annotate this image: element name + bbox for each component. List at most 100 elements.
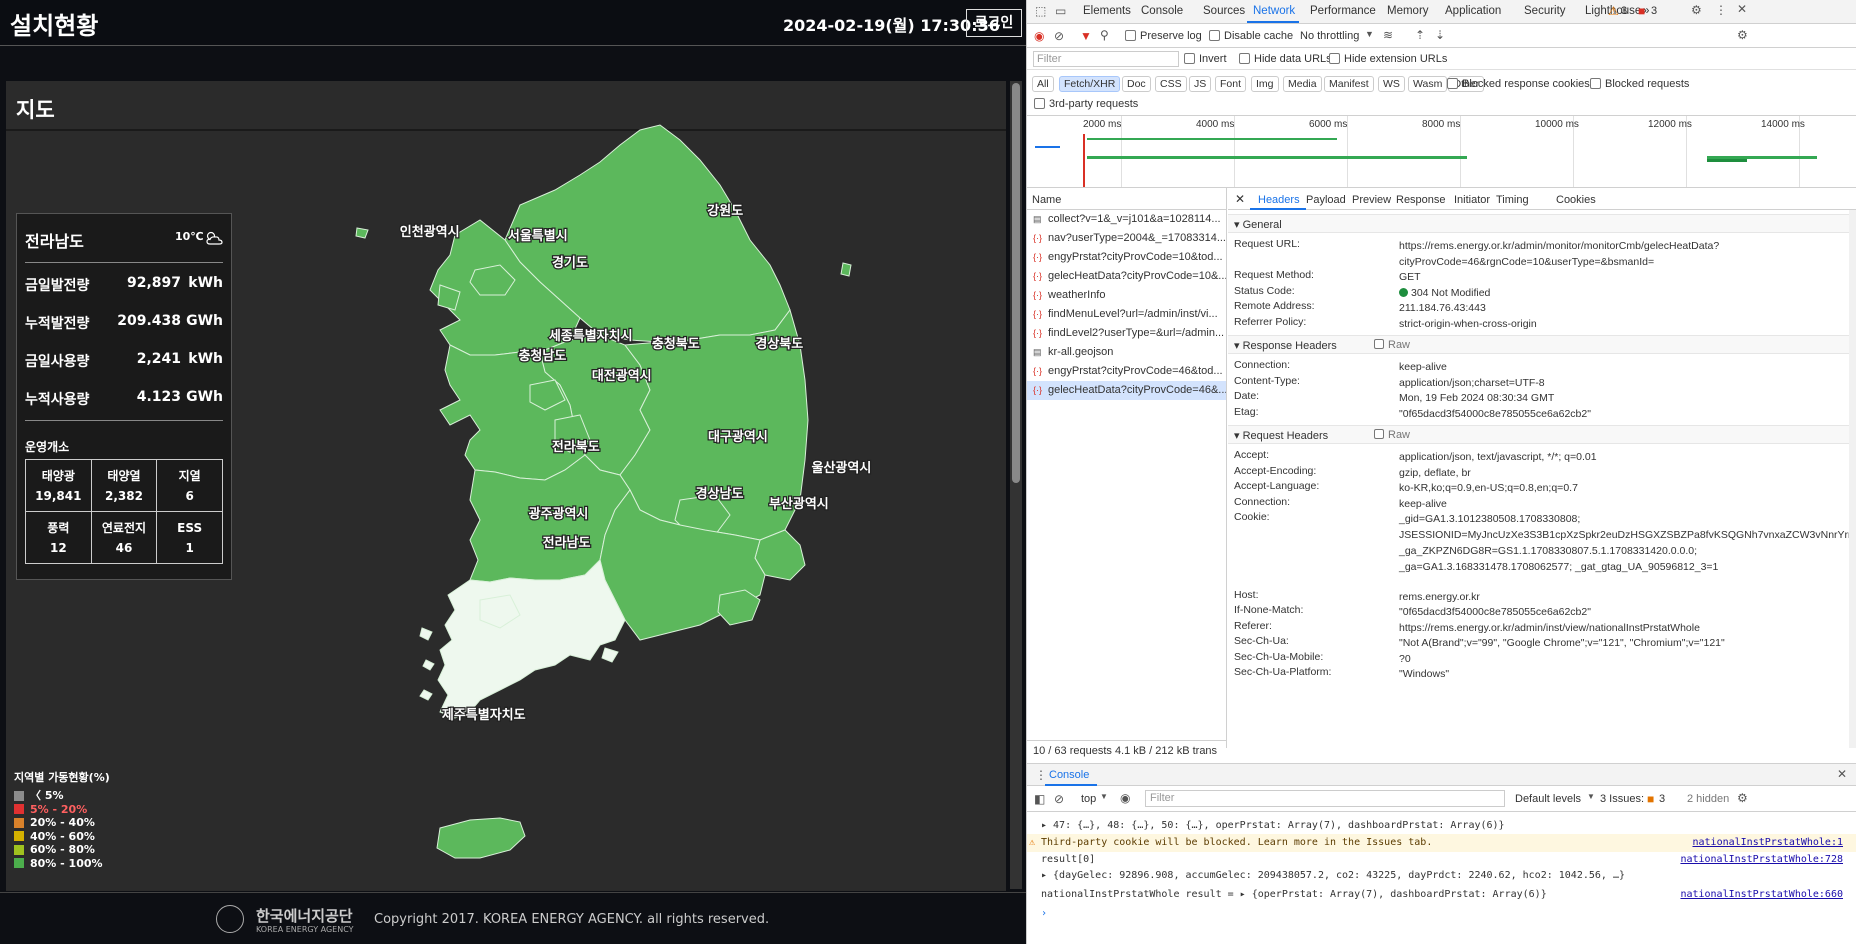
request-row[interactable]: ▤ kr-all.geojson [1027,343,1226,362]
console-source-link[interactable]: nationalInstPrstatWhole:728 [1680,852,1843,868]
device-toolbar-icon[interactable]: ▭ [1055,4,1066,18]
request-row[interactable]: {·} gelecHeatData?cityProvCode=46&... [1027,381,1226,400]
type-filter-fetch-xhr[interactable]: Fetch/XHR [1059,76,1121,92]
console-source-link[interactable]: nationalInstPrstatWhole:660 [1680,887,1843,903]
type-filter-doc[interactable]: Doc [1122,76,1151,92]
expand-arrow-icon[interactable]: ▾ [1234,430,1243,442]
sidebar-toggle-icon[interactable]: ◧ [1034,792,1045,806]
filter-input[interactable]: Filter [1033,51,1179,67]
chevron-down-icon[interactable]: ▼ [1587,792,1595,801]
network-conditions-icon[interactable]: ≋ [1383,28,1393,42]
type-filter-font[interactable]: Font [1215,76,1247,92]
record-icon[interactable]: ◉ [1034,29,1044,43]
import-har-icon[interactable]: ⇡ [1415,28,1425,42]
error-count[interactable]: 3 [1651,5,1657,17]
tab-sources[interactable]: Sources [1203,5,1245,17]
type-filter-all[interactable]: All [1032,76,1054,92]
detail-tab-cookies[interactable]: Cookies [1556,194,1596,206]
console-log-line[interactable]: ▸ {dayGelec: 92896.908, accumGelec: 2094… [1027,868,1856,884]
chevron-down-icon[interactable]: ▼ [1100,792,1108,801]
close-detail-icon[interactable]: ✕ [1235,192,1245,206]
drawer-menu-icon[interactable]: ⋮ [1035,768,1047,782]
console-settings-icon[interactable]: ⚙ [1737,791,1748,805]
detail-tab-timing[interactable]: Timing [1496,194,1529,206]
tab-console[interactable]: Console [1141,5,1183,17]
tab-elements[interactable]: Elements [1083,5,1131,17]
inspect-element-icon[interactable]: ⬚ [1035,4,1046,18]
detail-tab-headers[interactable]: Headers [1258,194,1300,206]
type-filter-wasm[interactable]: Wasm [1408,76,1448,92]
invert-checkbox[interactable] [1184,53,1195,64]
preserve-log-checkbox[interactable] [1125,30,1136,41]
type-filter-media[interactable]: Media [1283,76,1322,92]
region-busan[interactable] [717,589,761,626]
request-row[interactable]: {·} nav?userType=2004&_=17083314... [1027,229,1226,248]
raw-checkbox[interactable] [1374,429,1384,439]
detail-tab-payload[interactable]: Payload [1306,194,1346,206]
live-expression-eye-icon[interactable]: ◉ [1120,791,1130,805]
context-select[interactable]: top [1081,793,1096,805]
close-drawer-icon[interactable]: ✕ [1837,767,1847,781]
raw-checkbox[interactable] [1374,339,1384,349]
blocked-requests-checkbox[interactable] [1590,78,1601,89]
response-headers-section[interactable]: ▾ Response Headers Raw [1228,335,1856,354]
console-warn-line[interactable]: ⚠ Third-party cookie will be blocked. Lea… [1027,834,1856,852]
request-row[interactable]: {·} findMenuLevel?url=/admin/inst/vi... [1027,305,1226,324]
console-log-line[interactable]: ▸ 47: {…}, 48: {…}, 50: {…}, operPrstat:… [1027,818,1856,834]
network-timeline[interactable]: 2000 ms 4000 ms 6000 ms 8000 ms 10000 ms 1200… [1027,116,1856,188]
tab-performance[interactable]: Performance [1310,5,1376,17]
log-levels-select[interactable]: Default levels [1515,793,1581,805]
scrollbar-thumb[interactable] [1012,83,1020,483]
region-jeju[interactable] [436,817,526,859]
clear-icon[interactable]: ⊘ [1054,29,1064,43]
third-party-checkbox[interactable] [1034,98,1045,109]
issues-count[interactable]: 3 [1659,793,1665,805]
issue-icon[interactable]: ■ [1647,792,1654,806]
console-filter-input[interactable]: Filter [1145,790,1505,807]
general-section[interactable]: ▾ General [1228,214,1856,233]
request-row[interactable]: ▤ collect?v=1&_v=j101&a=1028114... [1027,210,1226,229]
console-log-line[interactable]: result[0] nationalInstPrstatWhole:728 [1027,852,1856,868]
type-filter-css[interactable]: CSS [1155,76,1187,92]
warning-icon[interactable]: ⚠ [1608,4,1619,18]
export-har-icon[interactable]: ⇣ [1435,28,1445,42]
request-row[interactable]: {·} findLevel2?userType=&url=/admin... [1027,324,1226,343]
detail-tab-preview[interactable]: Preview [1352,194,1391,206]
request-row[interactable]: {·} weatherInfo [1027,286,1226,305]
login-button[interactable]: 로그인 [966,9,1022,37]
settings-gear-icon[interactable]: ⚙ [1691,3,1702,17]
console-tab[interactable]: Console [1049,769,1089,781]
type-filter-js[interactable]: JS [1189,76,1212,92]
issues-label[interactable]: 3 Issues: [1600,793,1644,805]
hide-extension-urls-checkbox[interactable] [1329,53,1340,64]
error-icon[interactable]: ■ [1638,4,1645,18]
detail-tab-response[interactable]: Response [1396,194,1446,206]
detail-tab-initiator[interactable]: Initiator [1454,194,1490,206]
blocked-cookies-checkbox[interactable] [1447,78,1458,89]
name-column-header[interactable]: Name [1027,188,1226,210]
tab-memory[interactable]: Memory [1387,5,1429,17]
console-prompt-line[interactable]: › [1027,906,1856,922]
console-log-line[interactable]: nationalInstPrstatWhole result = ▸ {oper… [1027,887,1856,903]
request-headers-section[interactable]: ▾ Request Headers Raw [1228,425,1856,444]
expand-arrow-icon[interactable]: ▾ [1234,219,1243,231]
tab-security[interactable]: Security [1524,5,1566,17]
disable-cache-checkbox[interactable] [1209,30,1220,41]
throttling-select[interactable]: No throttling [1300,30,1359,42]
tab-network[interactable]: Network [1253,5,1295,17]
type-filter-ws[interactable]: WS [1378,76,1405,92]
hide-data-urls-checkbox[interactable] [1239,53,1250,64]
chevron-down-icon[interactable]: ▼ [1365,29,1374,39]
filter-icon[interactable]: ▼ [1080,29,1092,43]
request-row[interactable]: {·} engyPrstat?cityProvCode=46&tod... [1027,362,1226,381]
request-row[interactable]: {·} gelecHeatData?cityProvCode=10&... [1027,267,1226,286]
tab-application[interactable]: Application [1445,5,1501,17]
expand-arrow-icon[interactable]: ▾ [1234,340,1243,352]
console-source-link[interactable]: nationalInstPrstatWhole:1 [1692,834,1843,852]
page-scrollbar[interactable] [1010,81,1022,889]
clear-console-icon[interactable]: ⊘ [1054,792,1064,806]
type-filter-img[interactable]: Img [1251,76,1279,92]
type-filter-manifest[interactable]: Manifest [1324,76,1374,92]
request-row[interactable]: {·} engyPrstat?cityProvCode=10&tod... [1027,248,1226,267]
detail-scrollbar[interactable] [1849,210,1856,748]
